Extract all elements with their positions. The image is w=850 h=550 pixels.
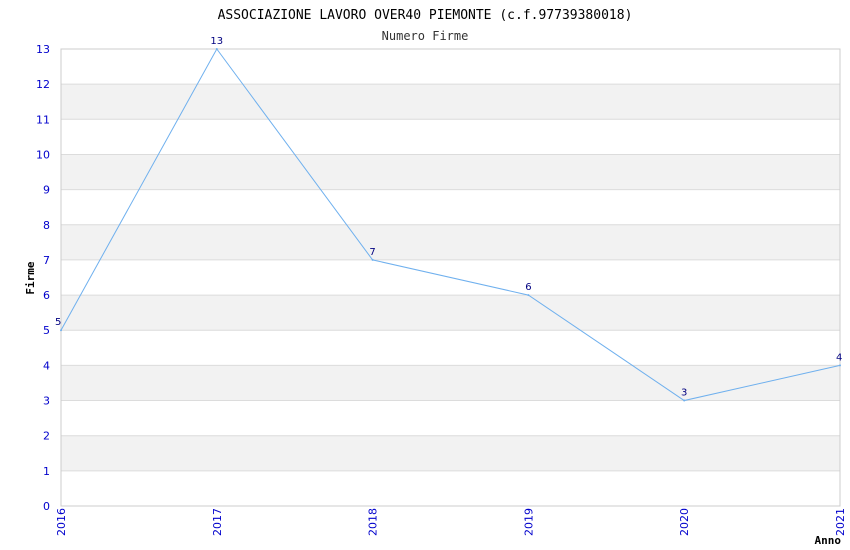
data-point	[839, 364, 841, 367]
y-tick-label: 3	[43, 395, 50, 408]
y-tick-label: 8	[43, 219, 50, 232]
chart-title: ASSOCIAZIONE LAVORO OVER40 PIEMONTE (c.f…	[218, 8, 633, 23]
y-tick-label: 6	[43, 289, 50, 302]
y-tick-label: 13	[36, 43, 50, 56]
data-point	[527, 294, 530, 297]
y-tick-label: 0	[43, 500, 50, 513]
chart-subtitle: Numero Firme	[382, 29, 469, 43]
data-label: 6	[525, 282, 531, 293]
y-axis-ticks: 012345678910111213	[36, 43, 50, 513]
data-point	[371, 258, 374, 261]
background-band	[61, 295, 840, 331]
y-axis-label: Firme	[24, 261, 37, 294]
background-band	[61, 365, 840, 401]
data-point	[60, 329, 62, 332]
x-tick-label: 2018	[367, 508, 380, 536]
y-tick-label: 7	[43, 254, 50, 267]
y-tick-label: 9	[43, 184, 50, 197]
background-band	[61, 154, 840, 190]
data-point	[215, 48, 218, 50]
y-tick-label: 5	[43, 324, 50, 337]
data-point	[683, 399, 686, 402]
data-label: 5	[55, 317, 61, 328]
y-tick-label: 1	[43, 465, 50, 478]
x-tick-label: 2017	[211, 508, 224, 536]
y-tick-label: 4	[43, 359, 50, 372]
line-chart: ASSOCIAZIONE LAVORO OVER40 PIEMONTE (c.f…	[24, 8, 847, 547]
x-tick-label: 2016	[55, 508, 68, 536]
x-axis-ticks: 2016 2017 2018 2019 2020 2021	[55, 508, 847, 536]
y-tick-label: 2	[43, 430, 50, 443]
y-tick-label: 10	[36, 148, 50, 161]
x-tick-label: 2021	[834, 508, 847, 536]
x-tick-label: 2019	[522, 508, 535, 536]
data-label: 13	[210, 36, 223, 47]
y-tick-label: 11	[36, 113, 50, 126]
background-band	[61, 84, 840, 120]
background-band	[61, 435, 840, 471]
x-tick-label: 2020	[678, 508, 691, 536]
background-band	[61, 224, 840, 260]
y-tick-label: 12	[36, 78, 50, 91]
data-label: 3	[681, 388, 687, 399]
data-label: 7	[369, 247, 375, 258]
data-label: 4	[836, 352, 842, 363]
